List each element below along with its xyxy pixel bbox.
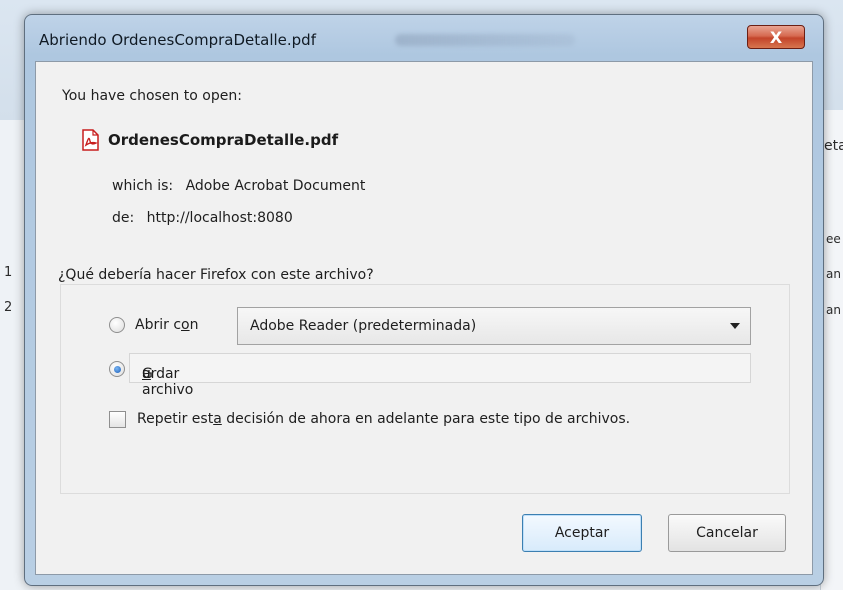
dialog-title: Abriendo OrdenesCompraDetalle.pdf: [39, 31, 316, 49]
remember-label-text-end: decisión de ahora en adelante para este …: [221, 411, 631, 427]
file-type-label: which is:: [112, 178, 174, 194]
file-source-value: http://localhost:8080: [146, 210, 293, 226]
open-with-label-text: Abrir c: [135, 317, 182, 333]
application-select-value: Adobe Reader (predeterminada): [250, 318, 477, 334]
open-with-label-text-end: n: [189, 317, 199, 333]
close-button[interactable]: X: [747, 25, 805, 49]
file-source-label: de:: [112, 210, 135, 226]
dialog-body: You have chosen to open: OrdenesCompraDe…: [35, 61, 813, 575]
background-text-fragment: ee: [826, 232, 841, 246]
title-blur-overlay: [395, 34, 575, 46]
application-select[interactable]: Adobe Reader (predeterminada): [237, 307, 751, 345]
file-row: OrdenesCompraDetalle.pdf: [80, 129, 338, 151]
save-file-label-text-end: ardar archivo: [142, 366, 194, 398]
open-with-label[interactable]: Abrir con: [135, 317, 198, 333]
accept-button[interactable]: Aceptar: [522, 514, 642, 552]
background-row-number: 1: [4, 265, 13, 280]
remember-accel: a: [213, 411, 222, 427]
action-options-group: Abrir con Adobe Reader (predeterminada) …: [60, 284, 790, 494]
background-text-fragment: eta: [824, 138, 843, 154]
download-dialog: Abriendo OrdenesCompraDetalle.pdf X You …: [24, 14, 824, 586]
background-text-fragment: an: [826, 303, 841, 317]
remember-label-text: Repetir est: [137, 411, 214, 427]
file-type-value: Adobe Acrobat Document: [185, 178, 366, 194]
file-name: OrdenesCompraDetalle.pdf: [108, 131, 339, 149]
cancel-button[interactable]: Cancelar: [668, 514, 786, 552]
chevron-down-icon: [730, 323, 740, 329]
save-file-option[interactable]: Gu ardar archivo: [129, 353, 751, 398]
background-row-number: 2: [4, 300, 13, 315]
intro-text: You have chosen to open:: [62, 88, 242, 104]
pdf-icon: [80, 129, 100, 151]
action-question: ¿Qué debería hacer Firefox con este arch…: [58, 267, 374, 283]
open-with-radio[interactable]: [109, 317, 125, 333]
dialog-titlebar[interactable]: Abriendo OrdenesCompraDetalle.pdf X: [25, 15, 823, 61]
open-with-accel: o: [181, 317, 190, 333]
close-icon: X: [769, 27, 783, 47]
remember-label[interactable]: Repetir esta decisión de ahora en adelan…: [137, 411, 630, 427]
background-left-strip: [0, 120, 24, 590]
file-source-row: de: http://localhost:8080: [112, 210, 293, 226]
file-type-row: which is: Adobe Acrobat Document: [112, 178, 365, 194]
remember-checkbox[interactable]: [109, 411, 126, 428]
background-text-fragment: an: [826, 267, 841, 281]
save-file-radio[interactable]: [109, 361, 125, 377]
